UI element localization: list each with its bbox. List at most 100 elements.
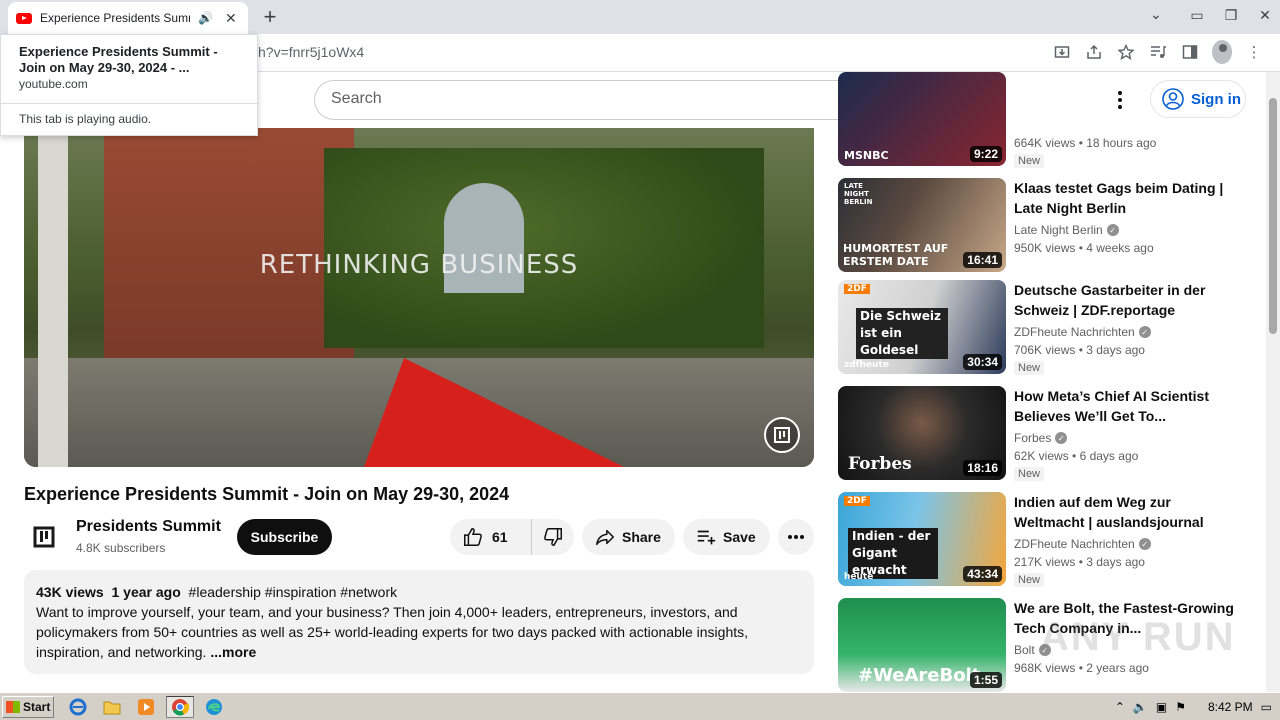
chrome-taskbar-icon[interactable]	[166, 696, 194, 718]
recommendation-views: 968K views • 2 years ago	[1014, 661, 1149, 675]
subscribe-button[interactable]: Subscribe	[237, 519, 332, 555]
like-count: 61	[492, 529, 508, 545]
video-overlay-text: RETHINKING BUSINESS	[259, 250, 579, 280]
recommendation-thumbnail[interactable]: #WeAreBolt 1:55	[838, 598, 1006, 692]
thumbnail-caption: HUMORTEST AUF ERSTEM DATE	[843, 242, 949, 268]
recommendation-title[interactable]: Indien auf dem Weg zur Weltmacht | ausla…	[1014, 492, 1234, 532]
recommendation-thumbnail[interactable]: Forbes 18:16	[838, 386, 1006, 480]
hover-card-audio-note: This tab is playing audio.	[19, 112, 152, 126]
tab-title: Experience Presidents Summit - Join on M…	[40, 11, 190, 25]
recommendation-channel[interactable]: Late Night Berlin ✓	[1014, 223, 1119, 237]
verified-check-icon: ✓	[1055, 432, 1068, 444]
description-text: Want to improve yourself, your team, and…	[36, 602, 802, 662]
dislike-button[interactable]	[532, 526, 574, 548]
hover-card-title: Experience Presidents Summit - Join on M…	[19, 44, 218, 75]
scrollbar-thumb[interactable]	[1269, 98, 1277, 334]
search-input[interactable]	[331, 90, 831, 108]
anyrun-watermark: ANY RUN	[1040, 615, 1236, 659]
verified-check-icon: ✓	[1106, 224, 1119, 236]
recommendation-title[interactable]: How Meta’s Chief AI Scientist Believes W…	[1014, 386, 1234, 426]
install-app-icon[interactable]	[1052, 40, 1072, 64]
duration-badge: 9:22	[969, 146, 1002, 162]
view-count: 43K views	[36, 584, 104, 600]
start-button[interactable]: Start	[2, 696, 54, 718]
hashtags[interactable]: #leadership #inspiration #network	[189, 584, 398, 600]
media-player-taskbar-icon[interactable]	[132, 696, 160, 718]
hover-card-domain: youtube.com	[19, 77, 88, 91]
subscriber-count: 4.8K subscribers	[76, 541, 166, 555]
internet-explorer-taskbar-icon[interactable]	[64, 696, 92, 718]
clock[interactable]: 8:42 PM	[1208, 700, 1253, 714]
recommendation-channel[interactable]: ZDFheute Nachrichten ✓	[1014, 325, 1151, 339]
thumbnail-caption: Forbes	[848, 454, 912, 474]
recommendation-title[interactable]: Deutsche Gastarbeiter in der Schweiz | Z…	[1014, 280, 1234, 320]
video-frame-red-carpet	[364, 358, 624, 467]
page-scrollbar[interactable]	[1266, 72, 1280, 692]
browser-tab[interactable]: Experience Presidents Summit - Join on M…	[8, 2, 248, 34]
description-box[interactable]: 43K views 1 year ago #leadership #inspir…	[24, 570, 814, 674]
tray-expand-icon[interactable]: ⌃	[1115, 700, 1125, 714]
recommendation-title[interactable]: Klaas testet Gags beim Dating | Late Nig…	[1014, 178, 1234, 218]
minimize-icon[interactable]: ▭	[1180, 7, 1214, 24]
windows-logo-icon	[6, 701, 20, 713]
side-panel-icon[interactable]	[1180, 40, 1200, 64]
show-more-link[interactable]: ...more	[210, 644, 256, 660]
save-button[interactable]: Save	[683, 519, 770, 555]
file-explorer-taskbar-icon[interactable]	[98, 696, 126, 718]
recommendation-thumbnail[interactable]: MSNBC 9:22	[838, 72, 1006, 166]
video-frame-pole	[38, 128, 68, 467]
share-page-icon[interactable]	[1084, 40, 1104, 64]
restore-icon[interactable]: ❐	[1214, 7, 1248, 24]
thumbnail-logo: LATE NIGHT BERLIN	[844, 182, 873, 206]
speaker-icon[interactable]: 🔊	[198, 11, 213, 25]
like-dislike-group: 61	[450, 519, 574, 555]
new-tab-button[interactable]: +	[258, 4, 282, 30]
recommendation-thumbnail[interactable]: LATE NIGHT BERLIN HUMORTEST AUF ERSTEM D…	[838, 178, 1006, 272]
recommendation-item[interactable]: 2DF Die Schweiz ist ein Goldesel zdfheut…	[838, 280, 1238, 375]
flag-icon[interactable]: ⚑	[1175, 700, 1186, 714]
video-frame-brick-wall	[104, 128, 354, 358]
recommendation-channel[interactable]: Forbes ✓	[1014, 431, 1068, 445]
recommendation-channel[interactable]: ZDFheute Nachrichten ✓	[1014, 537, 1151, 551]
video-player[interactable]: RETHINKING BUSINESS	[24, 128, 814, 467]
close-window-icon[interactable]: ✕	[1248, 7, 1280, 24]
zdf-logo-icon: 2DF	[844, 496, 870, 506]
recommendation-thumbnail[interactable]: 2DF Indien - der Gigant erwacht heute 43…	[838, 492, 1006, 586]
bookmark-star-icon[interactable]	[1116, 40, 1136, 64]
address-bar-url[interactable]: h?v=fnrr5j1oWx4	[258, 44, 364, 60]
description-meta: 43K views 1 year ago #leadership #inspir…	[36, 582, 802, 602]
recommendation-item[interactable]: LATE NIGHT BERLIN HUMORTEST AUF ERSTEM D…	[838, 178, 1238, 272]
windows-taskbar: Start ⌃ 🔈 ▣ ⚑ 8:42 PM ▭	[0, 692, 1280, 720]
channel-avatar[interactable]	[26, 519, 62, 555]
new-badge: New	[1014, 467, 1045, 481]
presidents-summit-logo-icon	[33, 526, 55, 548]
channel-watermark-button[interactable]	[764, 417, 800, 453]
edge-taskbar-icon[interactable]	[200, 696, 228, 718]
settings-menu-button[interactable]	[1108, 88, 1132, 112]
recommendation-views: 950K views • 4 weeks ago	[1014, 241, 1154, 255]
recommendation-thumbnail[interactable]: 2DF Die Schweiz ist ein Goldesel zdfheut…	[838, 280, 1006, 374]
recommendation-views: 217K views • 3 days ago	[1014, 555, 1145, 569]
recommendation-item[interactable]: MSNBC 9:22 664K views • 18 hours ago New	[838, 72, 1238, 168]
tab-close-icon[interactable]: ✕	[225, 10, 237, 27]
recommendation-views: 62K views • 6 days ago	[1014, 449, 1139, 463]
thumbnail-logo: heute	[844, 572, 874, 582]
show-desktop-icon[interactable]: ▭	[1261, 700, 1272, 714]
volume-icon[interactable]: 🔈	[1133, 700, 1148, 714]
network-icon[interactable]: ▣	[1156, 700, 1167, 714]
browser-menu-icon[interactable]: ⋮	[1244, 40, 1264, 64]
sign-in-button[interactable]: Sign in	[1150, 80, 1246, 118]
screen: Experience Presidents Summit - Join on M…	[0, 0, 1280, 720]
tab-search-chevron-icon[interactable]: ⌄	[1150, 6, 1162, 23]
like-button[interactable]: 61	[450, 519, 532, 555]
recommendation-item[interactable]: Forbes 18:16 How Meta’s Chief AI Scienti…	[838, 386, 1238, 481]
media-queue-icon[interactable]	[1148, 40, 1168, 64]
channel-name[interactable]: Presidents Summit	[76, 518, 221, 536]
profile-avatar-icon[interactable]	[1212, 40, 1232, 64]
search-box	[314, 80, 852, 120]
share-button[interactable]: Share	[582, 519, 675, 555]
save-label: Save	[723, 529, 756, 545]
more-actions-button[interactable]	[778, 519, 814, 555]
verified-check-icon: ✓	[1138, 326, 1151, 338]
recommendation-item[interactable]: 2DF Indien - der Gigant erwacht heute 43…	[838, 492, 1238, 587]
